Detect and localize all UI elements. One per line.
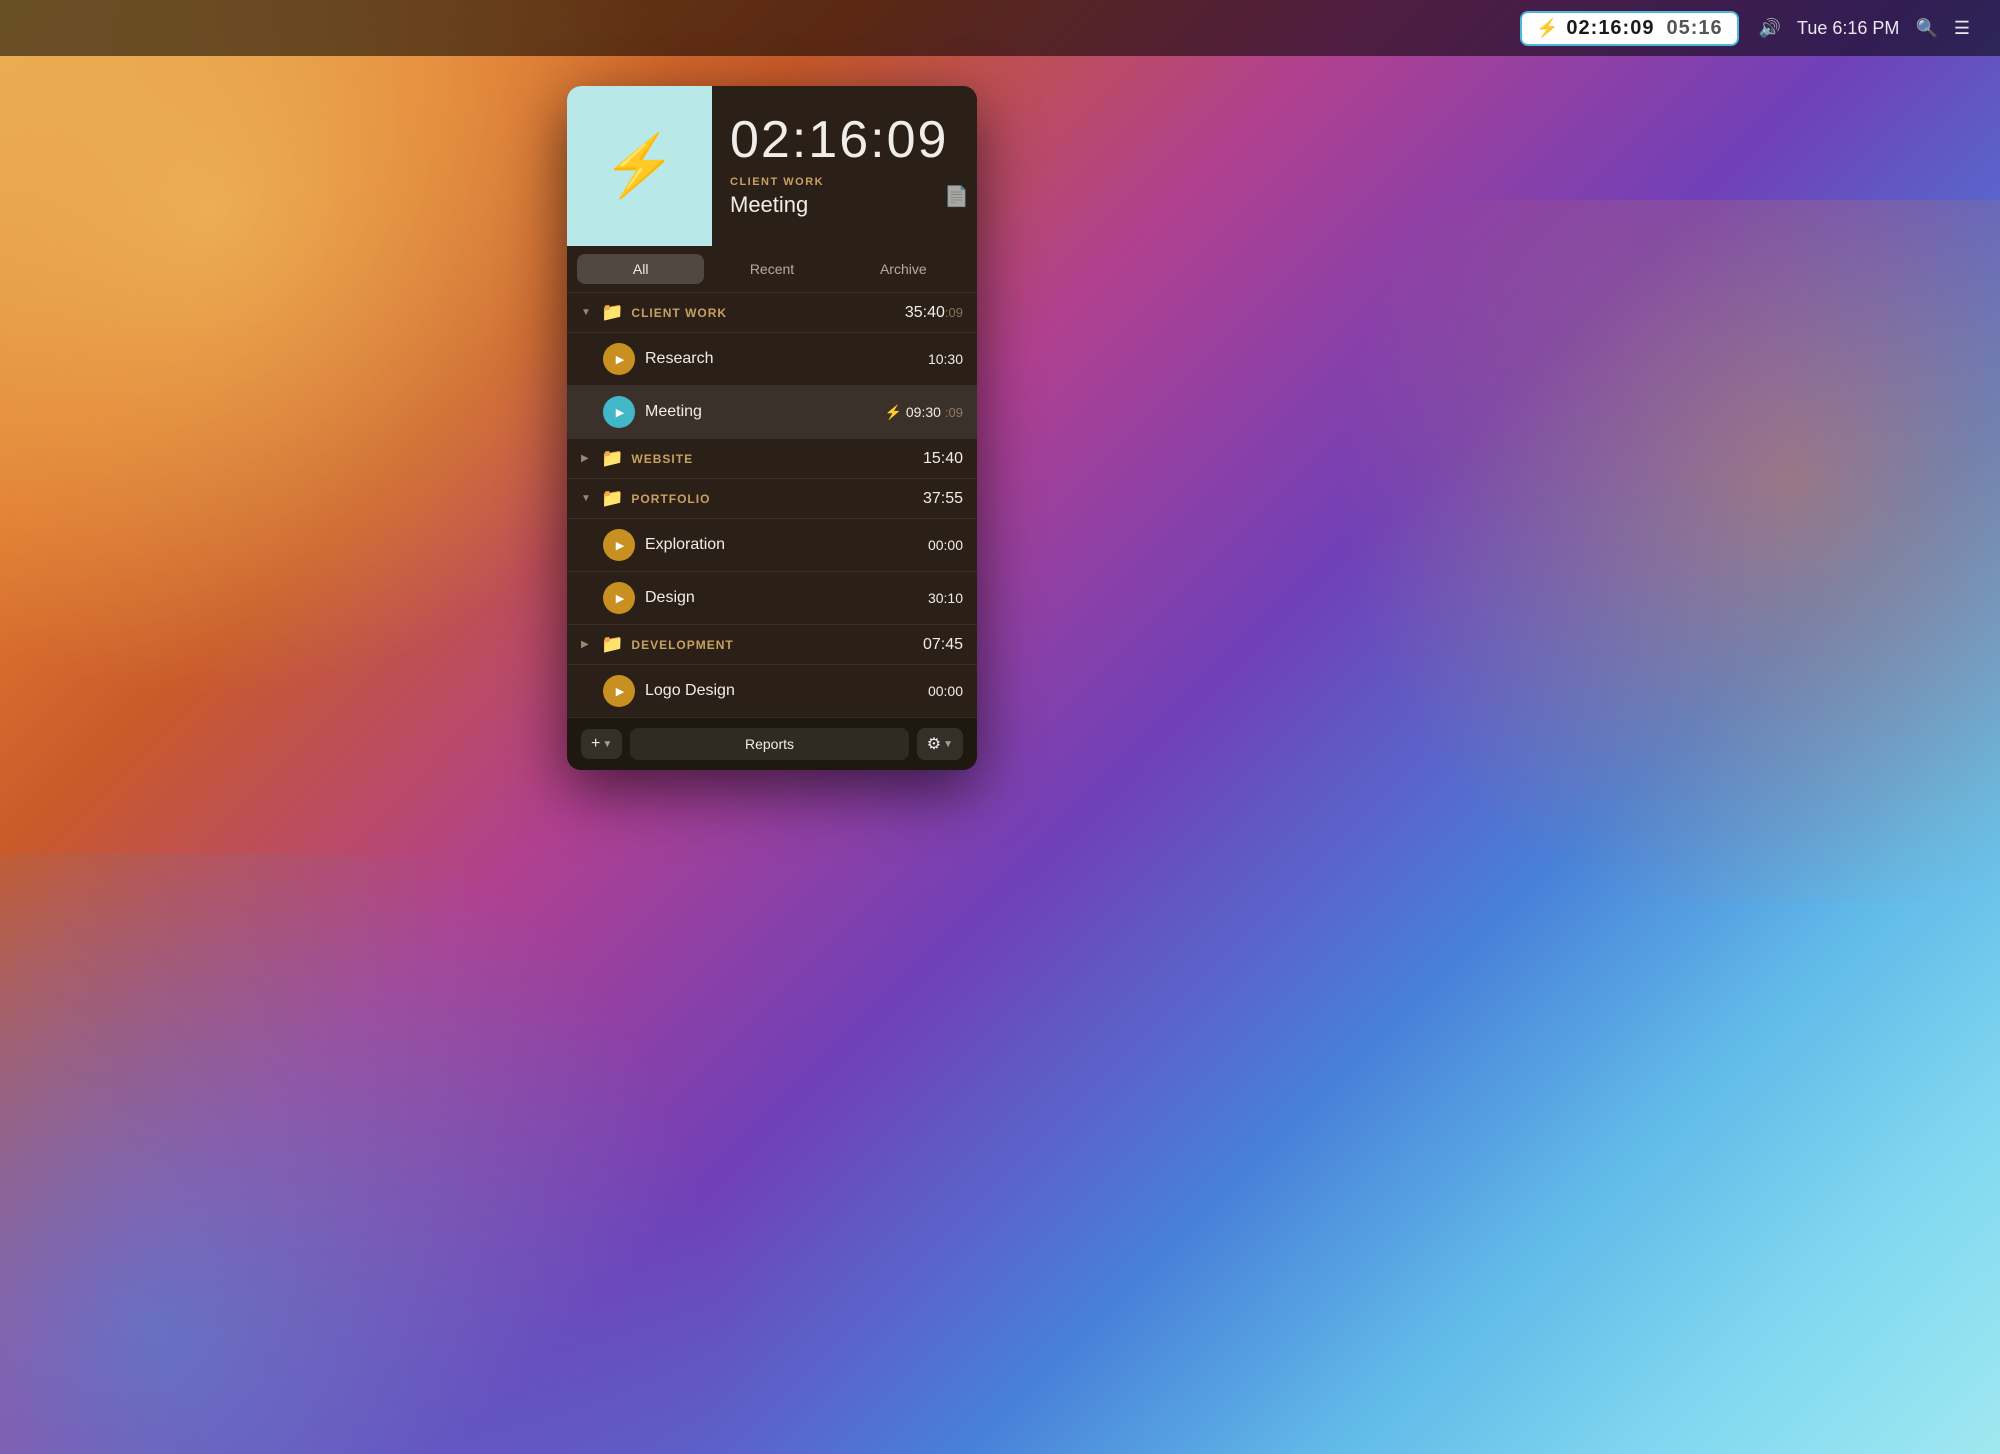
task-time-design: 30:10 [928, 590, 963, 606]
folder-icon-client-work: 📁 [601, 302, 623, 323]
plus-icon: + [591, 735, 600, 753]
play-icon-logo: ▶ [616, 685, 624, 698]
group-client-work[interactable]: ▼ 📁 CLIENT WORK 35:40:09 [567, 293, 977, 332]
group-portfolio[interactable]: ▼ 📁 PORTFOLIO 37:55 [567, 479, 977, 518]
play-icon-research: ▶ [616, 353, 624, 366]
search-icon: 🔍 [1915, 18, 1937, 39]
task-lightning-icon: ⚡ [884, 404, 901, 421]
menubar: ⚡ 02:16:09 05:16 🔊 Tue 6:16 PM 🔍 ☰ [0, 0, 2000, 56]
group-time-website: 15:40 [923, 450, 963, 468]
project-list: ▼ 📁 CLIENT WORK 35:40:09 ▶ Research 10:3… [567, 293, 977, 717]
play-icon-meeting: ▶ [616, 406, 624, 419]
play-icon-design: ▶ [616, 592, 624, 605]
play-button-research[interactable]: ▶ [603, 343, 635, 375]
task-time-research: 10:30 [928, 351, 963, 367]
group-time-development: 07:45 [923, 636, 963, 654]
task-time-logo: 00:00 [928, 683, 963, 699]
settings-chevron-icon: ▼ [943, 739, 953, 750]
task-name-meeting: Meeting [645, 403, 874, 421]
task-time-wrap-meeting: ⚡ 09:30:09 [884, 404, 963, 421]
add-button[interactable]: + ▼ [581, 729, 622, 759]
group-time-portfolio: 37:55 [923, 490, 963, 508]
play-button-logo[interactable]: ▶ [603, 675, 635, 707]
folder-icon-website: 📁 [601, 448, 623, 469]
menubar-timer-badge[interactable]: ⚡ 02:16:09 05:16 [1520, 11, 1739, 46]
task-design[interactable]: ▶ Design 30:10 [567, 572, 977, 624]
gear-icon: ⚙ [927, 734, 941, 754]
settings-button[interactable]: ⚙ ▼ [917, 728, 963, 760]
header-timer: 02:16:09 [730, 114, 959, 166]
reports-button[interactable]: Reports [630, 728, 909, 760]
bottom-toolbar: + ▼ Reports ⚙ ▼ [567, 717, 977, 770]
volume-icon: 🔊 [1759, 18, 1781, 39]
task-time-exploration: 00:00 [928, 537, 963, 553]
task-exploration[interactable]: ▶ Exploration 00:00 [567, 519, 977, 571]
add-chevron-icon: ▼ [602, 739, 612, 750]
menu-icon: ☰ [1954, 18, 1970, 39]
app-header: ⚡ 02:16:09 CLIENT WORK Meeting 📄 [567, 86, 977, 246]
header-task: Meeting [730, 192, 959, 218]
group-development[interactable]: ▶ 📁 DEVELOPMENT 07:45 [567, 625, 977, 664]
task-logo-design[interactable]: ▶ Logo Design 00:00 [567, 665, 977, 717]
folder-icon-portfolio: 📁 [601, 488, 623, 509]
play-button-meeting[interactable]: ▶ [603, 396, 635, 428]
header-icon-box: ⚡ [567, 86, 712, 246]
task-name-exploration: Exploration [645, 536, 918, 554]
chevron-down-icon: ▼ [581, 307, 593, 318]
play-icon-exploration: ▶ [616, 539, 624, 552]
task-research[interactable]: ▶ Research 10:30 [567, 333, 977, 385]
tab-all[interactable]: All [577, 254, 704, 284]
play-button-exploration[interactable]: ▶ [603, 529, 635, 561]
document-icon[interactable]: 📄 [944, 184, 969, 209]
task-name-research: Research [645, 350, 918, 368]
group-name-development: DEVELOPMENT [631, 638, 915, 652]
chevron-right-icon-website: ▶ [581, 453, 593, 464]
play-button-design[interactable]: ▶ [603, 582, 635, 614]
app-panel: ⚡ 02:16:09 CLIENT WORK Meeting 📄 All Rec… [567, 86, 977, 770]
tab-recent[interactable]: Recent [708, 254, 835, 284]
group-time-client-work: 35:40:09 [905, 304, 963, 322]
task-name-logo: Logo Design [645, 682, 918, 700]
task-time-meeting: 09:30 [906, 404, 941, 420]
group-website[interactable]: ▶ 📁 WEBSITE 15:40 [567, 439, 977, 478]
menubar-short-time: 05:16 [1666, 17, 1722, 40]
menubar-elapsed-time: 02:16:09 [1566, 17, 1654, 40]
folder-icon-development: 📁 [601, 634, 623, 655]
header-lightning-icon: ⚡ [602, 136, 677, 196]
chevron-right-icon-development: ▶ [581, 639, 593, 650]
chevron-down-icon-portfolio: ▼ [581, 493, 593, 504]
task-meeting[interactable]: ▶ Meeting ⚡ 09:30:09 [567, 386, 977, 438]
header-info: 02:16:09 CLIENT WORK Meeting [712, 86, 977, 246]
header-category: CLIENT WORK [730, 176, 959, 188]
menubar-lightning-icon: ⚡ [1536, 18, 1558, 39]
tab-archive[interactable]: Archive [840, 254, 967, 284]
group-name-client-work: CLIENT WORK [631, 306, 896, 320]
tab-bar: All Recent Archive [567, 246, 977, 293]
menubar-clock: Tue 6:16 PM [1797, 18, 1899, 39]
group-name-website: WEBSITE [631, 452, 915, 466]
desktop: ⚡ 02:16:09 05:16 🔊 Tue 6:16 PM 🔍 ☰ ⚡ 02:… [0, 0, 2000, 1454]
group-name-portfolio: PORTFOLIO [631, 492, 915, 506]
task-name-design: Design [645, 589, 918, 607]
menubar-system-icons: 🔊 Tue 6:16 PM 🔍 ☰ [1759, 18, 1970, 39]
